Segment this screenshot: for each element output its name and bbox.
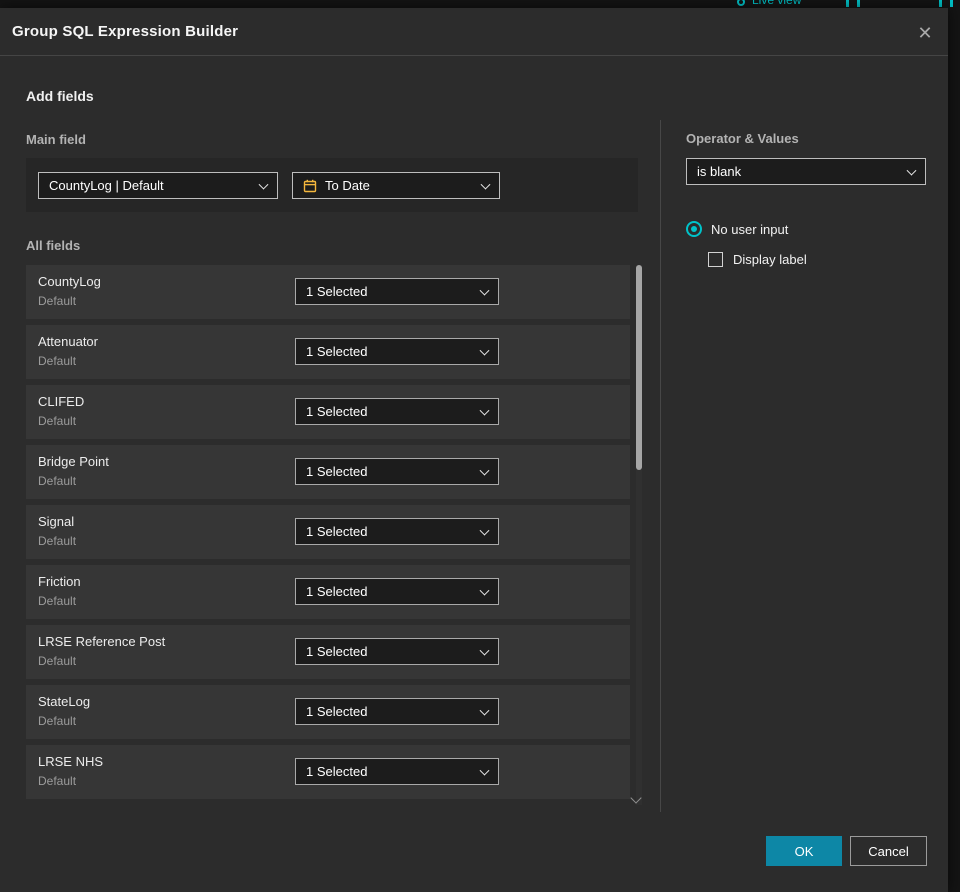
field-row: StateLog Default 1 Selected [26, 685, 630, 739]
pause-icon[interactable] [846, 0, 849, 7]
ok-button[interactable]: OK [766, 836, 842, 866]
field-row: Attenuator Default 1 Selected [26, 325, 630, 379]
field-name: LRSE NHS [38, 754, 104, 769]
field-subtitle: Default [38, 774, 77, 788]
field-row: CLIFED Default 1 Selected [26, 385, 630, 439]
field-values-select[interactable]: 1 Selected [295, 458, 499, 485]
chevron-down-icon [479, 285, 490, 296]
main-field-select-value: CountyLog | Default [49, 178, 164, 193]
chevron-down-icon [479, 585, 490, 596]
operator-select-value: is blank [697, 164, 742, 179]
field-subtitle: Default [38, 294, 77, 308]
field-values-select-value: 1 Selected [306, 404, 368, 419]
field-name: CLIFED [38, 394, 85, 409]
checkbox-unchecked-icon[interactable] [708, 252, 723, 267]
all-fields-label: All fields [26, 238, 81, 253]
chevron-down-icon [479, 645, 490, 656]
field-values-select-value: 1 Selected [306, 764, 368, 779]
close-icon[interactable]: ✕ [912, 20, 938, 46]
scrollbar-thumb[interactable] [636, 265, 642, 470]
field-name: CountyLog [38, 274, 101, 289]
field-row: Signal Default 1 Selected [26, 505, 630, 559]
field-row: Bridge Point Default 1 Selected [26, 445, 630, 499]
display-label-label: Display label [733, 252, 807, 267]
pause-icon[interactable] [939, 0, 942, 7]
column-divider [660, 120, 661, 812]
field-values-select[interactable]: 1 Selected [295, 278, 499, 305]
chevron-down-icon [479, 465, 490, 476]
field-values-select[interactable]: 1 Selected [295, 338, 499, 365]
field-values-select-value: 1 Selected [306, 644, 368, 659]
chevron-down-icon [479, 765, 490, 776]
all-fields-list: CountyLog Default 1 Selected Attenuator … [26, 265, 630, 799]
field-values-select[interactable]: 1 Selected [295, 698, 499, 725]
field-values-select-value: 1 Selected [306, 584, 368, 599]
chevron-down-icon [480, 179, 491, 190]
field-row: Friction Default 1 Selected [26, 565, 630, 619]
field-values-select[interactable]: 1 Selected [295, 398, 499, 425]
chevron-down-icon [479, 525, 490, 536]
no-user-input-option[interactable]: No user input [686, 221, 788, 237]
field-subtitle: Default [38, 354, 77, 368]
field-values-select-value: 1 Selected [306, 284, 368, 299]
field-subtitle: Default [38, 714, 77, 728]
radio-selected-icon[interactable] [686, 221, 702, 237]
chevron-down-icon [479, 345, 490, 356]
main-field-label: Main field [26, 132, 86, 147]
cancel-button[interactable]: Cancel [850, 836, 927, 866]
main-field-panel: CountyLog | Default To Date [26, 158, 638, 212]
field-values-select[interactable]: 1 Selected [295, 758, 499, 785]
field-subtitle: Default [38, 654, 77, 668]
display-label-option[interactable]: Display label [708, 252, 807, 267]
date-field-select-value: To Date [325, 178, 370, 193]
scrollbar[interactable] [636, 265, 642, 805]
field-values-select-value: 1 Selected [306, 344, 368, 359]
field-values-select[interactable]: 1 Selected [295, 578, 499, 605]
chevron-down-icon [479, 705, 490, 716]
field-subtitle: Default [38, 534, 77, 548]
add-fields-heading: Add fields [26, 88, 94, 104]
field-subtitle: Default [38, 474, 77, 488]
calendar-icon [303, 179, 317, 193]
pause-icon[interactable] [950, 0, 953, 7]
field-row: LRSE Reference Post Default 1 Selected [26, 625, 630, 679]
dialog-title: Group SQL Expression Builder [12, 23, 239, 40]
main-field-select[interactable]: CountyLog | Default [38, 172, 278, 199]
chevron-down-icon [906, 165, 917, 176]
pause-icon[interactable] [857, 0, 860, 7]
field-values-select-value: 1 Selected [306, 464, 368, 479]
field-name: Friction [38, 574, 81, 589]
field-row: CountyLog Default 1 Selected [26, 265, 630, 319]
field-values-select-value: 1 Selected [306, 704, 368, 719]
chevron-down-icon [258, 179, 269, 190]
group-sql-expression-builder-dialog: Group SQL Expression Builder ✕ Add field… [0, 8, 948, 892]
field-row: LRSE NHS Default 1 Selected [26, 745, 630, 799]
field-subtitle: Default [38, 594, 77, 608]
field-values-select[interactable]: 1 Selected [295, 638, 499, 665]
operator-select[interactable]: is blank [686, 158, 926, 185]
field-name: Bridge Point [38, 454, 109, 469]
operator-values-label: Operator & Values [686, 131, 799, 146]
field-name: Attenuator [38, 334, 98, 349]
date-field-select[interactable]: To Date [292, 172, 500, 199]
live-view-icon[interactable] [737, 0, 745, 6]
live-view-toggle[interactable]: Live view [752, 0, 801, 7]
no-user-input-label: No user input [711, 221, 789, 237]
field-values-select[interactable]: 1 Selected [295, 518, 499, 545]
field-subtitle: Default [38, 414, 77, 428]
field-values-select-value: 1 Selected [306, 524, 368, 539]
backdrop-toolbar: Live view [0, 0, 960, 8]
chevron-down-icon [479, 405, 490, 416]
field-name: Signal [38, 514, 75, 529]
dialog-header: Group SQL Expression Builder ✕ [0, 8, 948, 56]
field-name: LRSE Reference Post [38, 634, 166, 649]
field-name: StateLog [38, 694, 91, 709]
